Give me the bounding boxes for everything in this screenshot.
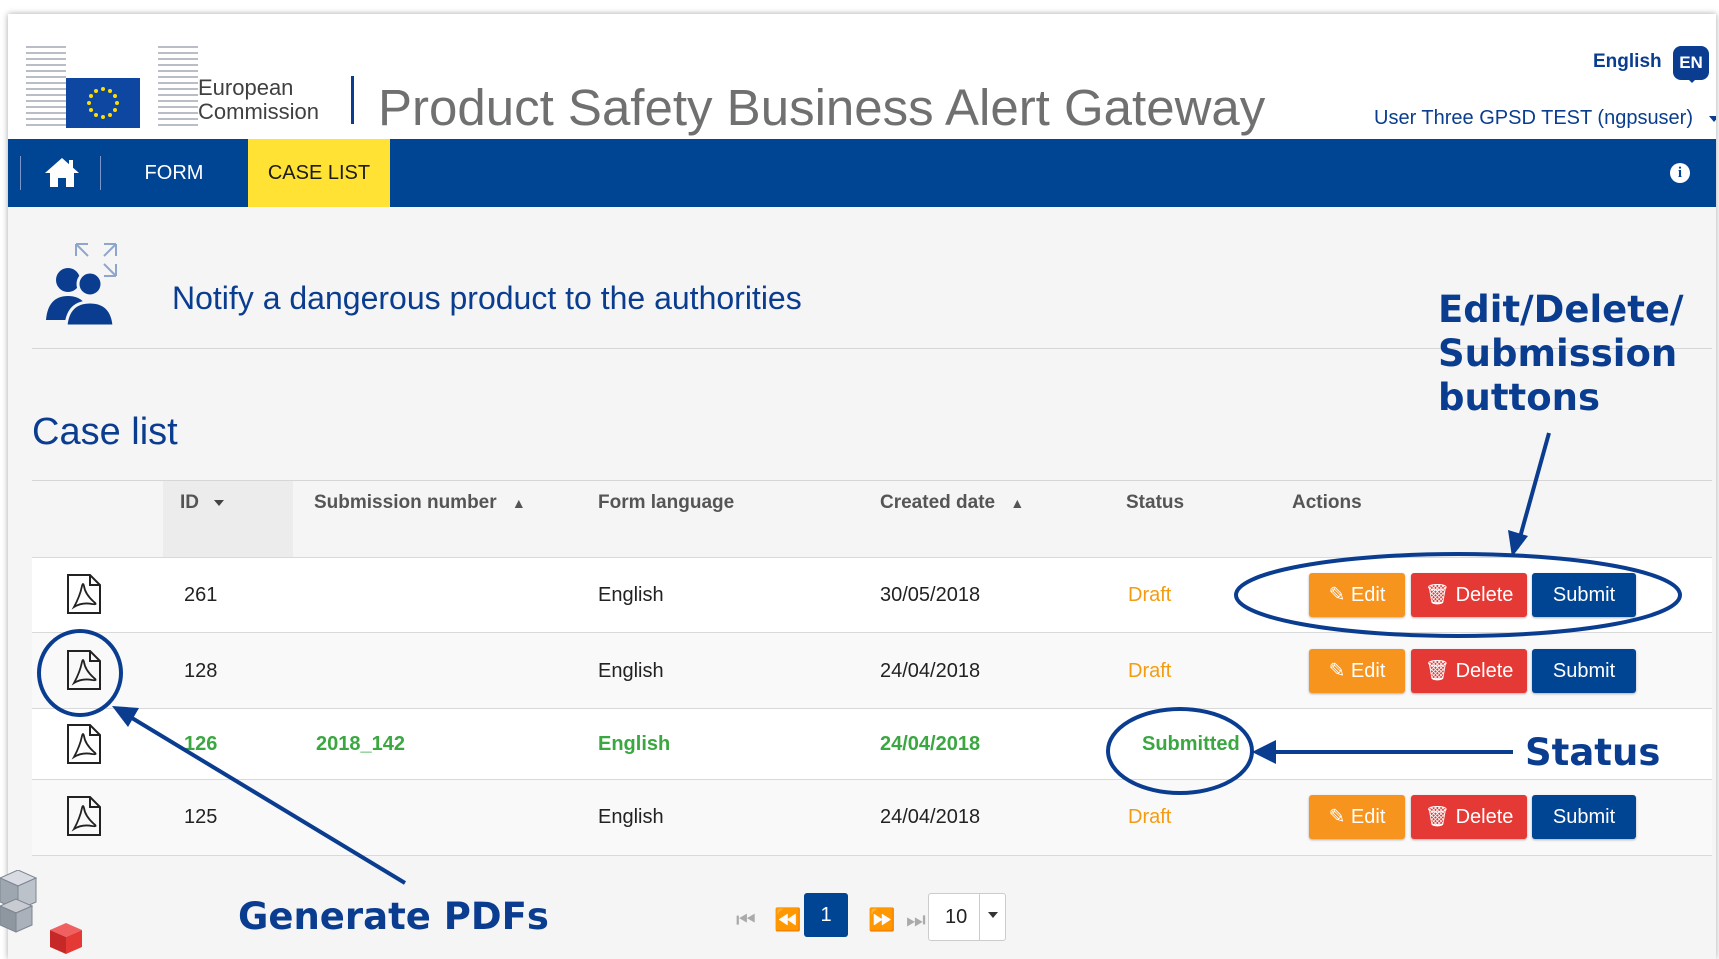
buttons-arrow-line [1515, 432, 1551, 549]
annotation-line: Edit/Delete/ [1438, 288, 1684, 331]
status-annotation: Status [1525, 731, 1661, 774]
pdf-arrowhead [112, 706, 139, 727]
pdf-arrow-line [120, 710, 407, 885]
annotation-line: Submission [1438, 332, 1678, 375]
buttons-highlight-ellipse [1234, 552, 1682, 638]
annotation-overlay [37, 432, 1682, 885]
pdf-highlight-ellipse [37, 629, 123, 717]
status-arrowhead [1252, 740, 1276, 764]
buttons-annotation: Edit/Delete/ Submission buttons [1438, 288, 1684, 420]
status-highlight-ellipse [1106, 707, 1254, 795]
annotation-line: buttons [1438, 376, 1600, 419]
buttons-arrowhead [1508, 530, 1528, 557]
cubes-logo-icon [0, 870, 82, 954]
pdfs-annotation: Generate PDFs [238, 895, 549, 938]
